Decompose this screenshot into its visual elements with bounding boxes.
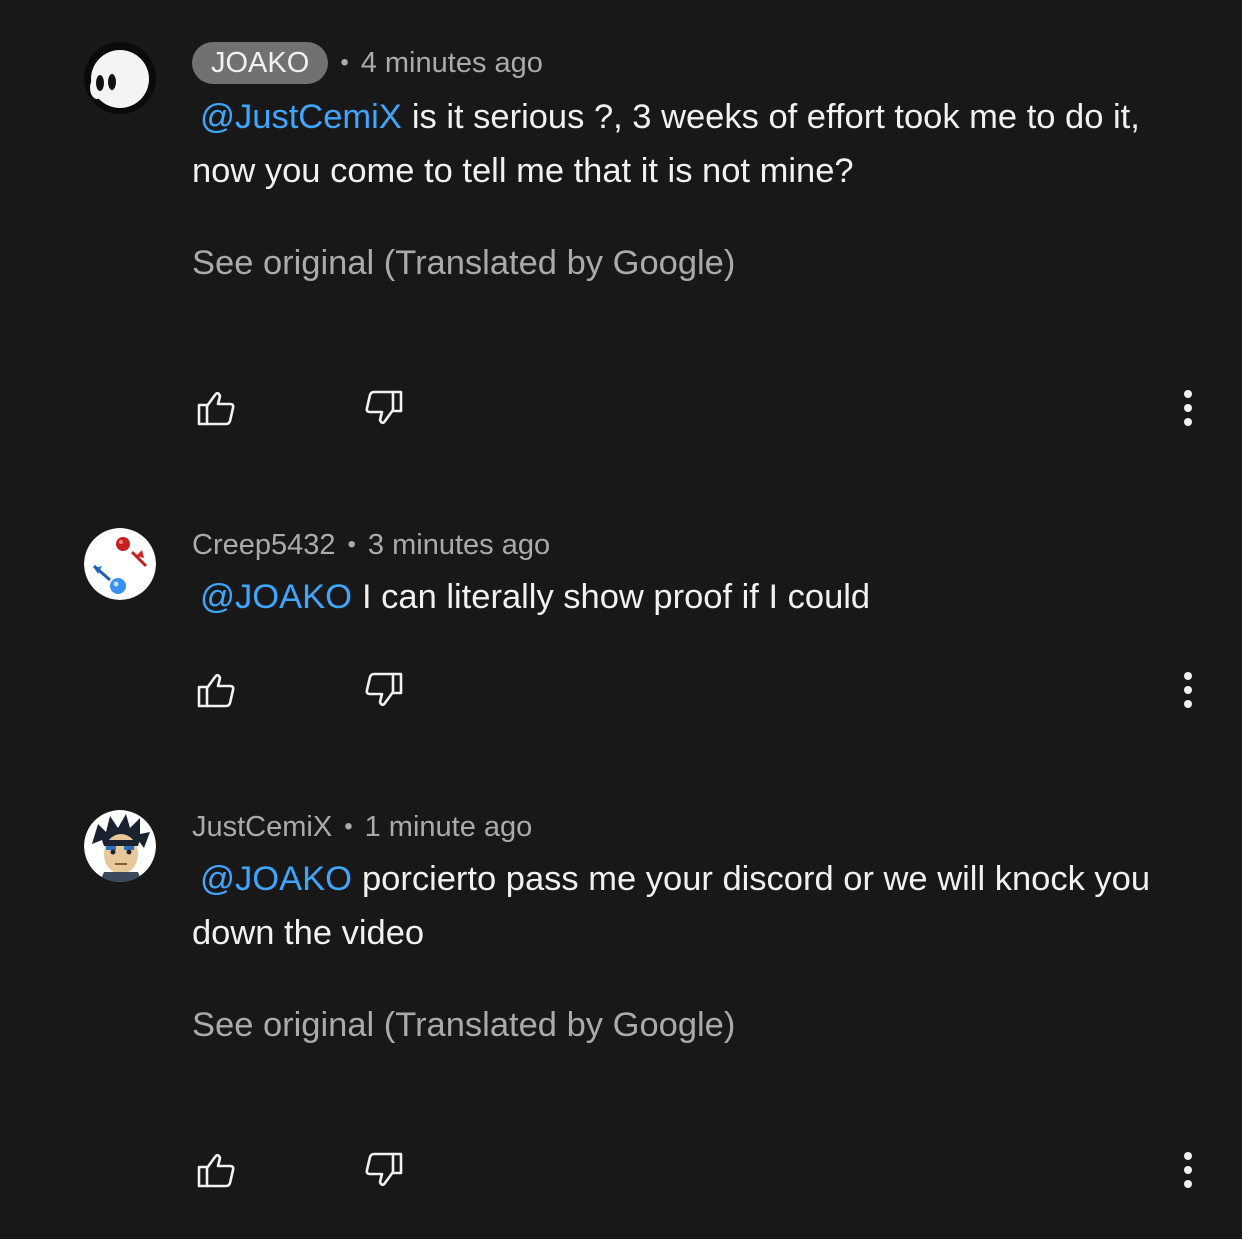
thumbs-down-icon <box>365 1152 403 1187</box>
comment-header: JustCemiX • 1 minute ago <box>192 806 532 848</box>
more-options-button[interactable] <box>1164 1146 1212 1194</box>
avatar[interactable] <box>84 528 156 600</box>
author-name[interactable]: JustCemiX <box>192 811 332 844</box>
mention-link[interactable]: @JustCemiX <box>200 98 402 136</box>
thumbs-up-icon <box>197 673 235 708</box>
more-vertical-icon <box>1184 672 1192 708</box>
dislike-button[interactable] <box>360 384 408 432</box>
more-vertical-icon <box>1184 390 1192 426</box>
white-ghost-avatar-icon <box>84 42 156 114</box>
separator-dot: • <box>347 531 356 558</box>
comment-actions <box>0 666 1242 714</box>
separator-dot: • <box>340 49 349 76</box>
like-button[interactable] <box>192 666 240 714</box>
comment-timestamp[interactable]: 1 minute ago <box>365 811 533 844</box>
author-name[interactable]: Creep5432 <box>192 529 336 562</box>
comment-text: @JOAKO I can literally show proof if I co… <box>192 570 1202 624</box>
see-original-link[interactable]: See original (Translated by Google) <box>192 1006 735 1045</box>
mention-link[interactable]: @JOAKO <box>200 578 352 616</box>
thumbs-up-icon <box>197 1153 235 1188</box>
comment-actions <box>0 384 1242 432</box>
more-options-button[interactable] <box>1164 384 1212 432</box>
more-vertical-icon <box>1184 1152 1192 1188</box>
dislike-button[interactable] <box>360 1146 408 1194</box>
comment-actions <box>0 1146 1242 1194</box>
comment-header: JOAKO • 4 minutes ago <box>192 42 543 84</box>
thumbs-down-icon <box>365 390 403 425</box>
comment-timestamp[interactable]: 3 minutes ago <box>368 529 550 562</box>
mention-link[interactable]: @JOAKO <box>200 860 352 898</box>
more-options-button[interactable] <box>1164 666 1212 714</box>
anime-character-avatar-icon <box>84 810 156 882</box>
thumbs-up-icon <box>197 391 235 426</box>
dislike-button[interactable] <box>360 666 408 714</box>
red-blue-figures-avatar-icon <box>84 528 156 600</box>
comment-body: I can literally show proof if I could <box>361 578 871 616</box>
author-name[interactable]: JOAKO <box>192 42 329 84</box>
comment-text: @JustCemiX is it serious ?, 3 weeks of ef… <box>192 90 1202 198</box>
avatar[interactable] <box>84 810 156 882</box>
comment-header: Creep5432 • 3 minutes ago <box>192 524 550 566</box>
comment-text: @JOAKO porcierto pass me your discord or … <box>192 852 1202 960</box>
separator-dot: • <box>344 813 353 840</box>
see-original-link[interactable]: See original (Translated by Google) <box>192 244 735 283</box>
like-button[interactable] <box>192 1146 240 1194</box>
avatar[interactable] <box>84 42 156 114</box>
like-button[interactable] <box>192 384 240 432</box>
thumbs-down-icon <box>365 672 403 707</box>
comment-timestamp[interactable]: 4 minutes ago <box>361 47 543 80</box>
